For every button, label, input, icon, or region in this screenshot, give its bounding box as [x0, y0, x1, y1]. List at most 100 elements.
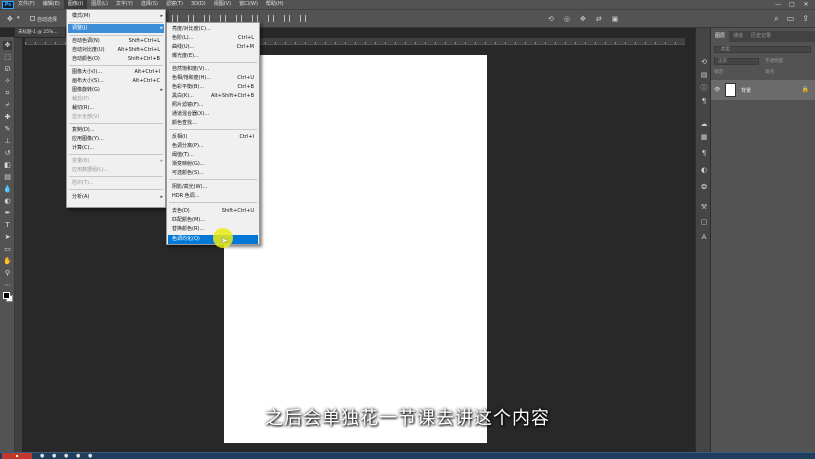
menu-item-auto-color[interactable]: 自动颜色(O) — [72, 55, 100, 63]
eye-icon[interactable]: 👁 — [714, 87, 720, 93]
menu-item-invert[interactable]: 反相(I) — [172, 133, 187, 141]
menu-item-apply-image[interactable]: 应用图像(Y)... — [72, 135, 104, 143]
menu-item-equalize[interactable]: 色调均化(Q) — [172, 235, 200, 243]
taskbar-app-icon[interactable]: ● — [40, 453, 44, 459]
blend-mode-select[interactable]: 正常 — [714, 58, 759, 65]
swatches-icon[interactable]: ▦ — [699, 133, 709, 142]
brush-tool-icon[interactable]: ✎ — [3, 125, 12, 134]
shape-tool-icon[interactable]: ▭ — [3, 245, 12, 254]
menu-item-vibrance[interactable]: 自然饱和度(V)... — [172, 65, 209, 73]
menu-select[interactable]: 选择(S) — [137, 0, 162, 9]
styles-icon[interactable]: ❂ — [699, 183, 709, 192]
foreground-color-swatch[interactable] — [3, 292, 10, 299]
distribute-horizontal-icon[interactable] — [284, 15, 290, 22]
stamp-tool-icon[interactable]: ⊥ — [3, 137, 12, 146]
history-brush-icon[interactable]: ↺ — [3, 149, 12, 158]
menu-help[interactable]: 帮助(H) — [262, 0, 288, 9]
menu-item-mode[interactable]: 模式(M) — [72, 12, 90, 20]
document-canvas[interactable] — [224, 55, 487, 443]
3d-roll-icon[interactable]: ◎ — [564, 15, 570, 23]
document-tab[interactable]: 未标题-1 @ 25%... — [15, 28, 65, 37]
menu-item-analysis[interactable]: 分析(A) — [72, 193, 89, 201]
menu-item-curves[interactable]: 曲线(U)... — [172, 43, 194, 51]
menu-item-auto-tone[interactable]: 自动色调(N) — [72, 37, 100, 45]
paragraph-icon[interactable]: ¶ — [699, 97, 709, 106]
menu-item-trim[interactable]: 裁切(R)... — [72, 104, 94, 112]
tab-layers[interactable]: 图层 — [711, 31, 730, 42]
menu-item-channel-mixer[interactable]: 通道混合器(X)... — [172, 110, 209, 118]
tab-history[interactable]: 历史记录 — [747, 31, 775, 42]
dropdown-chevron-icon[interactable]: ▾ — [17, 15, 20, 21]
start-button[interactable]: ▪ — [2, 453, 32, 459]
eraser-tool-icon[interactable]: ◧ — [3, 161, 12, 170]
tab-channels[interactable]: 通道 — [729, 31, 747, 42]
menu-item-image-size[interactable]: 图像大小(I)... — [72, 68, 102, 76]
menu-window[interactable]: 窗口(W) — [235, 0, 262, 9]
3d-scale-icon[interactable]: ▣ — [612, 15, 619, 23]
menu-item-color-balance[interactable]: 色彩平衡(B)... — [172, 83, 204, 91]
path-select-icon[interactable]: ➤ — [3, 233, 12, 242]
menu-item-photo-filter[interactable]: 照片滤镜(F)... — [172, 101, 204, 109]
text-icon[interactable]: A — [699, 233, 709, 242]
menu-item-exposure[interactable]: 曝光度(E)... — [172, 52, 199, 60]
menu-item-levels[interactable]: 色阶(L)... — [172, 34, 193, 42]
taskbar-app-icon[interactable]: ● — [52, 453, 56, 459]
menu-item-adjustments[interactable]: 调整(J) — [72, 24, 87, 32]
info-icon[interactable]: ⓘ — [699, 84, 709, 93]
align-left-icon[interactable] — [172, 15, 178, 22]
minimize-icon[interactable]: — — [771, 0, 785, 9]
magic-wand-icon[interactable]: ✧ — [3, 77, 12, 86]
3d-slide-icon[interactable]: ⇄ — [596, 15, 602, 23]
crop-tool-icon[interactable]: ⌗ — [3, 89, 12, 98]
lock-icon[interactable]: 🔒 — [802, 86, 809, 93]
move-tool-icon[interactable]: ✥ — [7, 15, 13, 23]
menu-item-gradient-map[interactable]: 渐变映射(G)... — [172, 160, 205, 168]
menu-item-shadows-highlights[interactable]: 阴影/高光(W)... — [172, 183, 207, 191]
menu-item-desaturate[interactable]: 去色(D) — [172, 207, 190, 215]
properties-icon[interactable]: ▤ — [699, 71, 709, 80]
menu-item-hue-saturation[interactable]: 色相/饱和度(H)... — [172, 74, 211, 82]
menu-item-replace-color[interactable]: 替换颜色(R)... — [172, 225, 204, 233]
menu-item-selective-color[interactable]: 可选颜色(S)... — [172, 169, 204, 177]
menu-type[interactable]: 文字(Y) — [112, 0, 137, 9]
align-center-icon[interactable] — [188, 15, 194, 22]
menu-item-posterize[interactable]: 色调分离(P)... — [172, 142, 204, 150]
healing-brush-icon[interactable]: ✚ — [3, 113, 12, 122]
layer-row-background[interactable]: 👁 背景 🔒 — [711, 80, 815, 100]
menu-item-rotation[interactable]: 图像旋转(G) — [72, 86, 100, 94]
menu-item-black-white[interactable]: 黑白(K)... — [172, 92, 194, 100]
menu-item-auto-contrast[interactable]: 自动对比度(U) — [72, 46, 105, 54]
lasso-tool-icon[interactable]: ᘏ — [3, 65, 12, 74]
pen-tool-icon[interactable]: ✒ — [3, 209, 12, 218]
menu-filter[interactable]: 滤镜(T) — [162, 0, 187, 9]
menu-item-threshold[interactable]: 阈值(T)... — [172, 151, 194, 159]
menu-view[interactable]: 视图(V) — [210, 0, 235, 9]
menu-item-canvas-size[interactable]: 画布大小(S)... — [72, 77, 104, 85]
taskbar-app-icon[interactable]: ● — [88, 453, 92, 459]
menu-layer[interactable]: 图层(L) — [87, 0, 112, 9]
glyphs-icon[interactable]: ▢ — [699, 218, 709, 227]
menu-3d[interactable]: 3D(D) — [187, 0, 210, 9]
taskbar-app-icon[interactable]: ● — [64, 453, 68, 459]
menu-edit[interactable]: 编辑(E) — [39, 0, 64, 9]
gradient-tool-icon[interactable]: ▤ — [3, 173, 12, 182]
dodge-tool-icon[interactable]: ◐ — [3, 197, 12, 206]
3d-orbit-icon[interactable]: ⟲ — [548, 15, 554, 23]
type-tool-icon[interactable]: T — [3, 221, 12, 230]
adjustments-icon[interactable]: ◐ — [699, 166, 709, 175]
marquee-tool-icon[interactable]: ⬚ — [3, 53, 12, 62]
menu-image[interactable]: 图像(I) — [63, 0, 88, 9]
auto-select-checkbox[interactable] — [30, 16, 35, 21]
taskbar-app-icon[interactable]: ● — [76, 453, 80, 459]
distribute-vertical-icon[interactable] — [300, 15, 306, 22]
history-icon[interactable]: ⟲ — [699, 58, 709, 67]
menu-file[interactable]: 文件(F) — [14, 0, 39, 9]
character-icon[interactable]: ¶ — [699, 149, 709, 158]
brush-settings-icon[interactable]: ☁ — [699, 120, 709, 129]
align-top-icon[interactable] — [220, 15, 226, 22]
share-icon[interactable]: ⇪ — [802, 14, 809, 24]
move-tool-icon[interactable]: ✥ — [3, 41, 12, 50]
menu-item-brightness-contrast[interactable]: 亮度/对比度(C)... — [172, 25, 211, 33]
3d-pan-icon[interactable]: ✥ — [580, 15, 586, 23]
distribute-icon[interactable] — [268, 15, 274, 22]
